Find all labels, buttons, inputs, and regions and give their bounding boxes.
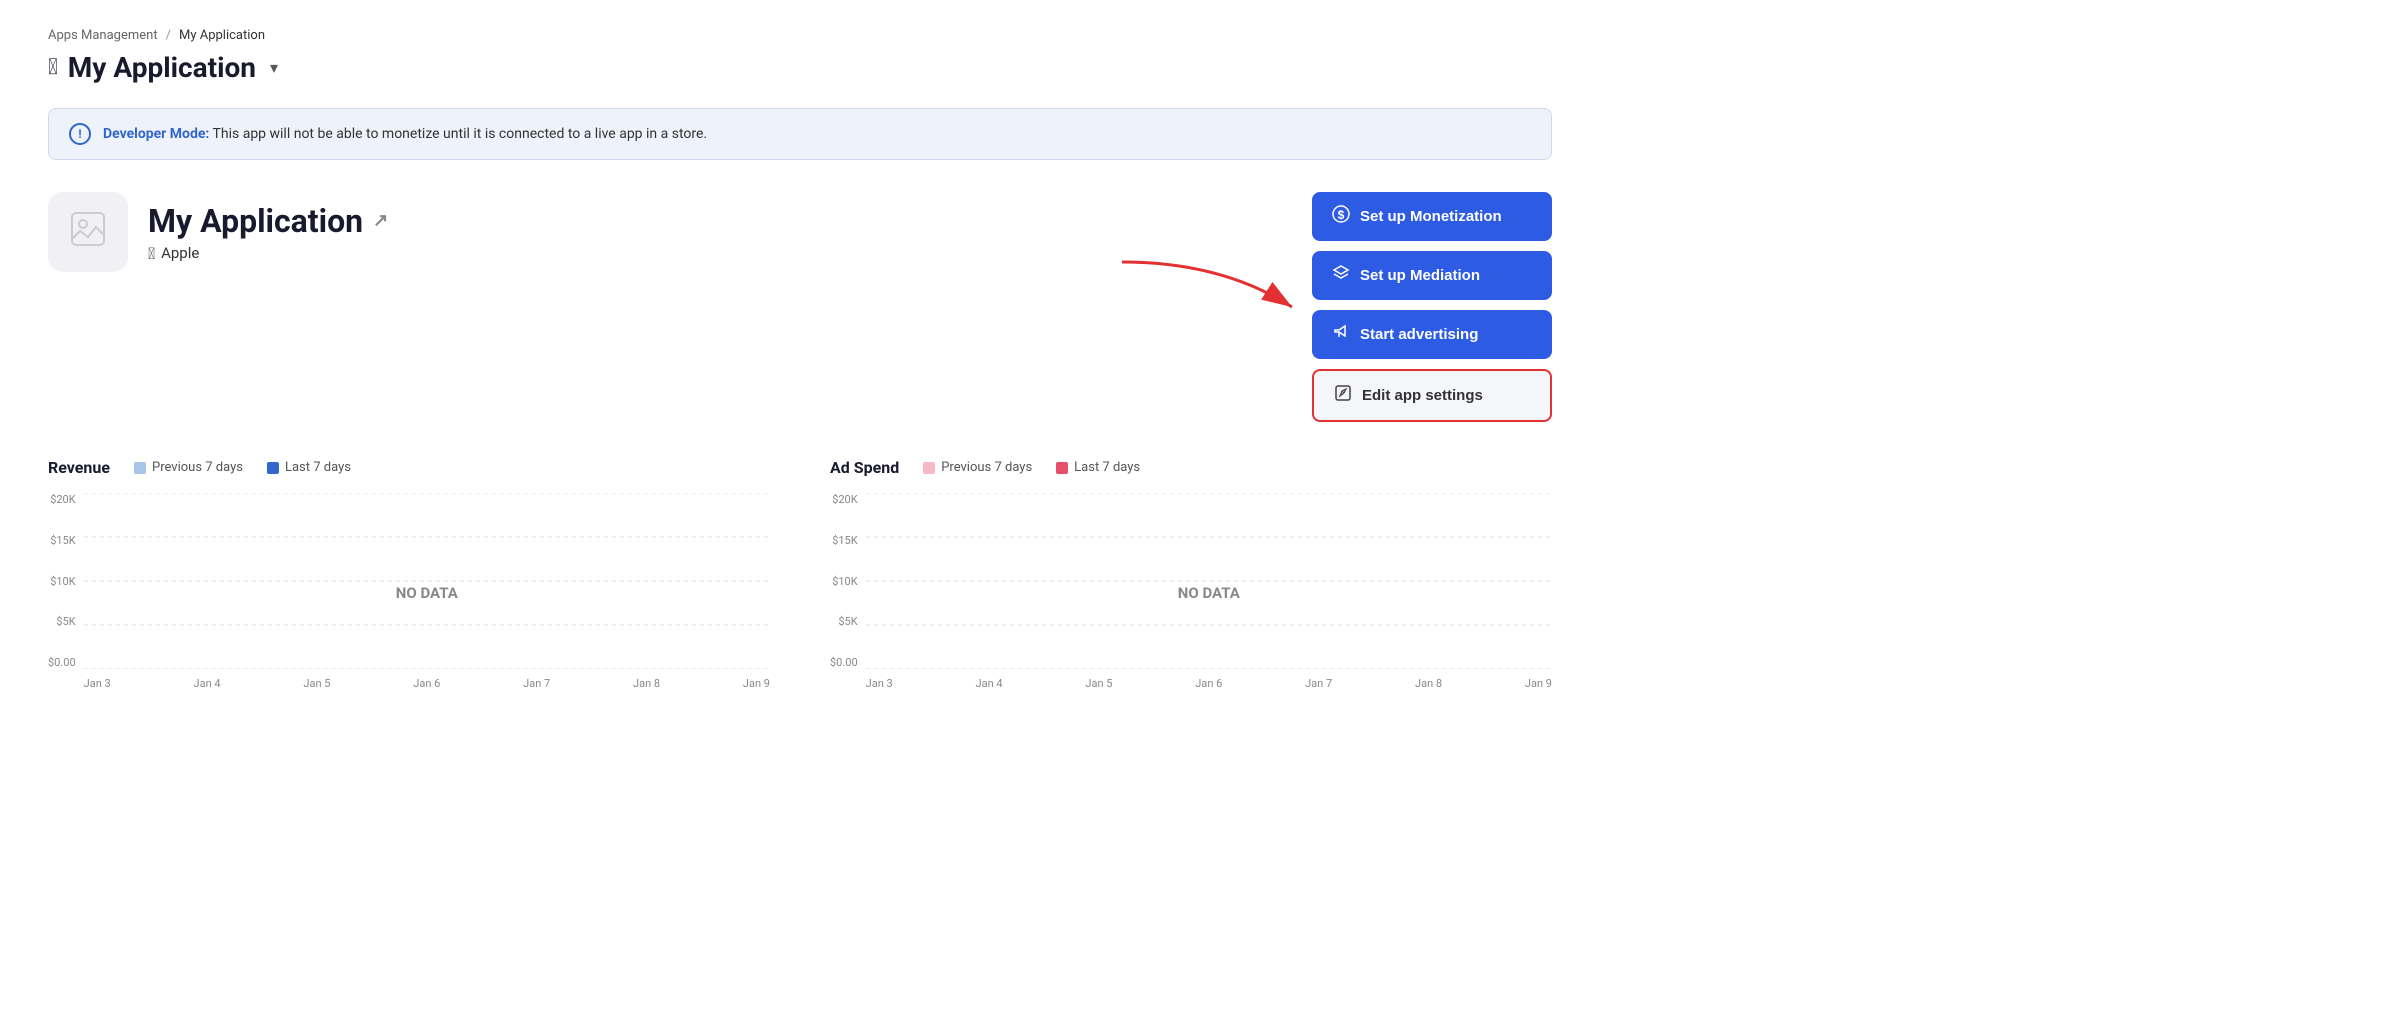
revenue-chart-title: Revenue: [48, 458, 110, 477]
adspend-chart-svg: [866, 493, 1552, 669]
setup-monetization-button[interactable]: $ Set up Monetization: [1312, 192, 1552, 241]
annotation-arrow: [1102, 252, 1302, 332]
app-icon-placeholder: [70, 211, 106, 254]
breadcrumb-parent[interactable]: Apps Management: [48, 28, 158, 43]
action-area: $ Set up Monetization Set up Mediation: [1312, 192, 1552, 422]
revenue-x-axis: Jan 3 Jan 4 Jan 5 Jan 6 Jan 7 Jan 8 Jan …: [84, 677, 770, 690]
revenue-chart-area: NO DATA Jan 3 Jan 4 Jan 5 Jan 6 Jan 7 Ja…: [84, 493, 770, 693]
breadcrumb-separator: /: [166, 28, 171, 43]
adspend-chart-body: $20K $15K $10K $5K $0.00: [830, 493, 1552, 693]
revenue-prev-dot: [134, 462, 146, 474]
app-info: My Application ↗  Apple: [48, 192, 388, 272]
adspend-legend-last: Last 7 days: [1056, 460, 1140, 475]
megaphone-icon: [1332, 323, 1350, 346]
page-title: My Application: [68, 51, 256, 84]
adspend-x-axis: Jan 3 Jan 4 Jan 5 Jan 6 Jan 7 Jan 8 Jan …: [866, 677, 1552, 690]
dollar-icon: $: [1332, 205, 1350, 228]
adspend-legend-prev: Previous 7 days: [923, 460, 1032, 475]
revenue-chart-svg: [84, 493, 770, 669]
svg-text:$: $: [1338, 208, 1345, 222]
breadcrumb: Apps Management / My Application: [48, 28, 1552, 43]
revenue-chart: Revenue Previous 7 days Last 7 days $20K…: [48, 458, 770, 693]
action-buttons: $ Set up Monetization Set up Mediation: [1312, 192, 1552, 422]
adspend-chart-header: Ad Spend Previous 7 days Last 7 days: [830, 458, 1552, 477]
app-platform:  Apple: [148, 244, 388, 263]
developer-mode-banner: ! Developer Mode: This app will not be a…: [48, 108, 1552, 160]
external-link-icon[interactable]: ↗: [373, 210, 388, 231]
start-advertising-button[interactable]: Start advertising: [1312, 310, 1552, 359]
revenue-last-dot: [267, 462, 279, 474]
adspend-prev-dot: [923, 462, 935, 474]
title-chevron-icon[interactable]: ▾: [270, 58, 278, 77]
breadcrumb-current: My Application: [179, 28, 265, 43]
charts-section: Revenue Previous 7 days Last 7 days $20K…: [48, 458, 1552, 693]
banner-body-text: This app will not be able to monetize un…: [213, 126, 708, 142]
revenue-chart-header: Revenue Previous 7 days Last 7 days: [48, 458, 770, 477]
edit-app-settings-button[interactable]: Edit app settings: [1312, 369, 1552, 422]
banner-bold-text: Developer Mode:: [103, 126, 209, 142]
setup-mediation-button[interactable]: Set up Mediation: [1312, 251, 1552, 300]
adspend-chart: Ad Spend Previous 7 days Last 7 days $20…: [830, 458, 1552, 693]
info-icon: !: [69, 123, 91, 145]
app-name: My Application ↗: [148, 202, 388, 240]
banner-text: Developer Mode: This app will not be abl…: [103, 126, 707, 142]
revenue-legend-last: Last 7 days: [267, 460, 351, 475]
revenue-chart-body: $20K $15K $10K $5K $0.00: [48, 493, 770, 693]
app-name-section: My Application ↗  Apple: [148, 202, 388, 263]
layers-icon: [1332, 264, 1350, 287]
adspend-last-dot: [1056, 462, 1068, 474]
adspend-y-axis: $20K $15K $10K $5K $0.00: [830, 493, 858, 693]
adspend-chart-area: NO DATA Jan 3 Jan 4 Jan 5 Jan 6 Jan 7 Ja…: [866, 493, 1552, 693]
edit-icon: [1334, 384, 1352, 407]
adspend-chart-title: Ad Spend: [830, 458, 899, 477]
apple-logo-icon: : [148, 244, 155, 263]
revenue-y-axis: $20K $15K $10K $5K $0.00: [48, 493, 76, 693]
app-icon-box: [48, 192, 128, 272]
revenue-legend-prev: Previous 7 days: [134, 460, 243, 475]
app-header: My Application ↗  Apple: [48, 192, 1552, 422]
page-title-row:  My Application ▾: [48, 51, 1552, 84]
apple-platform-icon: : [48, 55, 58, 80]
